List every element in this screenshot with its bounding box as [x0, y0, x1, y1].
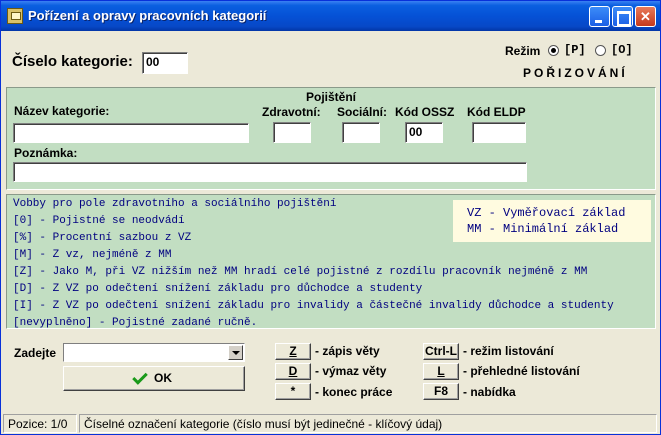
ossz-label: Kód OSSZ	[395, 105, 455, 119]
key-z-button[interactable]: Z	[275, 343, 311, 360]
chevron-down-icon[interactable]	[228, 345, 243, 360]
mode-p-radio[interactable]	[548, 45, 559, 56]
ok-label: OK	[154, 371, 172, 385]
info-line: [Z] - Jako M, při VZ nižším než MM hradí…	[13, 266, 588, 278]
info-line: [I] - Z VZ po odečtení snížení základu p…	[13, 300, 614, 312]
category-number-label: Číselo kategorie:	[12, 53, 133, 70]
legend-box: VZ - Vyměřovací základ MM - Minimální zá…	[453, 200, 651, 242]
app-icon	[7, 8, 23, 24]
mode-o-label: [O]	[611, 43, 633, 57]
key-star-button[interactable]: *	[275, 383, 311, 400]
info-line: [D] - Z VZ po odečtení snížení základu p…	[13, 283, 423, 295]
minimize-button[interactable]	[589, 6, 610, 27]
key-l-button[interactable]: L	[423, 363, 459, 380]
category-number-input[interactable]: 00	[142, 52, 188, 74]
info-line: [M] - Z vz, nejméně z MM	[13, 249, 172, 261]
legend-vz: VZ - Vyměřovací základ	[467, 206, 626, 220]
social-input[interactable]	[342, 122, 380, 143]
title-bar[interactable]: Pořízení a opravy pracovních kategorií ✕	[1, 1, 660, 31]
key-ctrl-l-button[interactable]: Ctrl-L	[423, 343, 459, 360]
mode-p-label: [P]	[564, 43, 586, 57]
category-name-label: Název kategorie:	[14, 104, 110, 118]
mode-o-radio[interactable]	[595, 45, 606, 56]
info-line: [%] - Procentní sazbou z VZ	[13, 232, 192, 244]
social-label: Sociální:	[337, 105, 388, 119]
key-l-desc: - přehledné listování	[463, 364, 580, 378]
note-label: Poznámka:	[14, 146, 78, 160]
close-icon: ✕	[640, 9, 651, 24]
mode-status: POŘIZOVÁNÍ	[523, 66, 628, 80]
eldp-input[interactable]	[472, 122, 526, 143]
maximize-button[interactable]	[612, 6, 633, 27]
key-d-button[interactable]: D	[275, 363, 311, 380]
window-title: Pořízení a opravy pracovních kategorií	[28, 8, 267, 23]
enter-label: Zadejte	[14, 346, 57, 360]
key-star-desc: - konec práce	[315, 385, 393, 399]
legend-mm: MM - Minimální základ	[467, 222, 619, 236]
insurance-group-label: Pojištění	[306, 90, 357, 104]
checkmark-icon	[132, 369, 148, 385]
info-line: [nevyplněno] - Pojistné zadané ručně.	[13, 317, 258, 329]
health-input[interactable]	[273, 122, 311, 143]
health-label: Zdravotní:	[262, 105, 321, 119]
status-bar: Pozice: 1/0 Číselné označení kategorie (…	[1, 413, 660, 434]
close-button[interactable]: ✕	[635, 6, 656, 27]
app-window: Pořízení a opravy pracovních kategorií ✕…	[0, 0, 661, 435]
eldp-label: Kód ELDP	[467, 105, 526, 119]
key-d-desc: - výmaz věty	[315, 364, 387, 378]
key-z-desc: - zápis věty	[315, 344, 380, 358]
enter-combo[interactable]	[63, 343, 245, 362]
status-message: Číselné označení kategorie (číslo musí b…	[79, 414, 657, 433]
key-f8-desc: - nabídka	[463, 385, 516, 399]
info-line: [0] - Pojistné se neodvádí	[13, 215, 185, 227]
key-f8-button[interactable]: F8	[423, 383, 459, 400]
category-name-input[interactable]	[13, 123, 249, 143]
ossz-input[interactable]: 00	[405, 122, 443, 143]
note-input[interactable]	[13, 162, 527, 182]
status-position: Pozice: 1/0	[3, 414, 77, 433]
mode-label: Režim	[505, 44, 541, 58]
info-line: Vobby pro pole zdravotního a sociálního …	[13, 198, 337, 210]
ok-button[interactable]: OK	[63, 366, 245, 391]
key-ctrl-l-desc: - režim listování	[463, 344, 554, 358]
